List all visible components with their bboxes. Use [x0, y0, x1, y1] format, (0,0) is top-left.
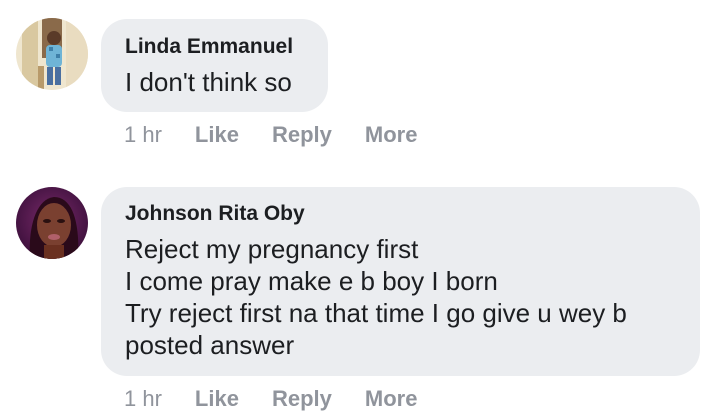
- comment-timestamp[interactable]: 1 hr: [124, 385, 162, 413]
- comment-actions: 1 hr Like Reply More: [124, 385, 450, 413]
- comment-author[interactable]: Johnson Rita Oby: [125, 201, 676, 227]
- comment-text-line: Reject my pregnancy first: [125, 234, 419, 264]
- comment-bubble: Johnson Rita Oby Reject my pregnancy fir…: [101, 187, 700, 376]
- more-button[interactable]: More: [365, 385, 418, 413]
- like-button[interactable]: Like: [195, 385, 239, 413]
- comment-text-line: I come pray make e b boy I born: [125, 266, 498, 296]
- avatar[interactable]: [16, 187, 88, 259]
- comment-text-line: Try reject first na that time I go give …: [125, 298, 627, 328]
- reply-button[interactable]: Reply: [272, 385, 332, 413]
- comment-item: Johnson Rita Oby Reject my pregnancy fir…: [0, 0, 711, 412]
- comment-text-line: posted answer: [125, 330, 295, 360]
- profile-photo-icon: [16, 187, 88, 259]
